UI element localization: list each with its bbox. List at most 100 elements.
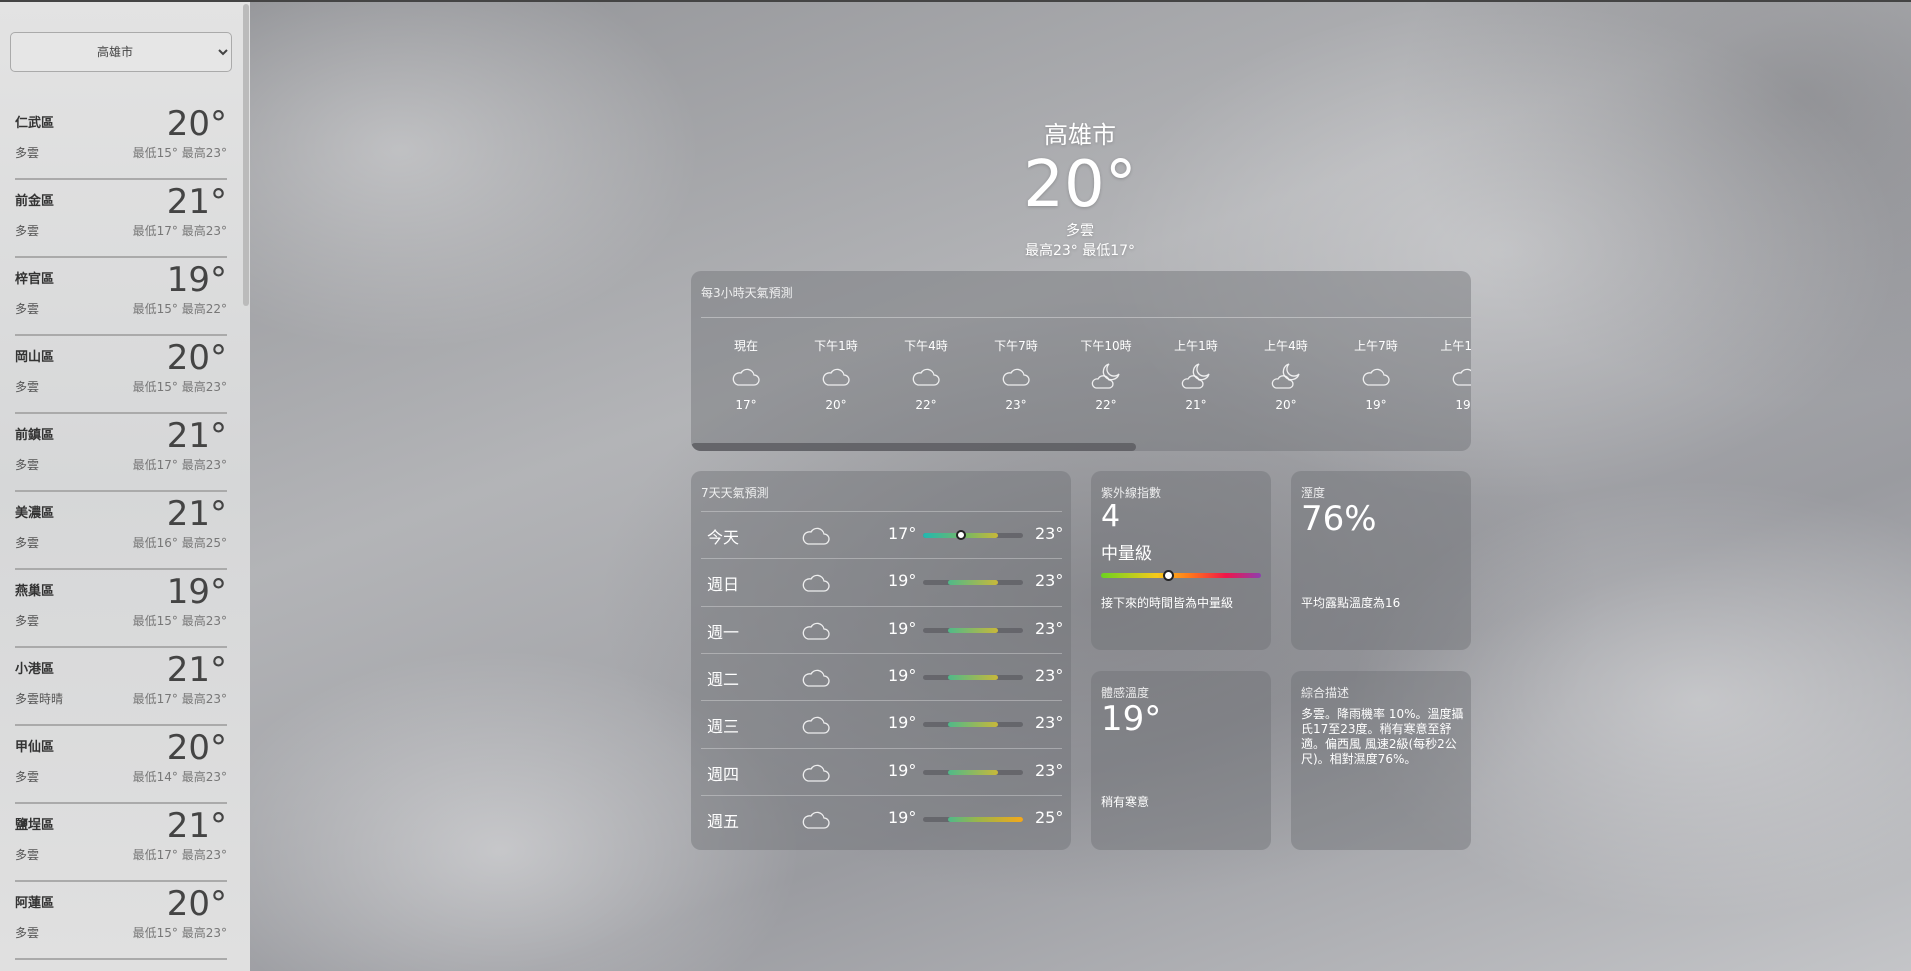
hour-time: 現在 (733, 339, 758, 353)
hour-temp: 19° (1365, 398, 1387, 412)
current-hilo: 最高23° 最低17° (1024, 243, 1136, 259)
current-temp-marker (955, 530, 966, 540)
day-low: 17° (888, 524, 917, 543)
district-temp: 21° (166, 494, 227, 534)
day-low: 19° (888, 571, 917, 591)
temp-range-fill (948, 769, 998, 775)
daily-row: 週三 19° 23° (701, 700, 1063, 747)
hour-temp: 17° (735, 398, 757, 412)
hour-time: 下午4時 (904, 339, 948, 353)
feels-like-card: 體感溫度 19° 稍有寒意 (1091, 671, 1271, 850)
district-name: 鹽埕區 (15, 818, 55, 833)
district-name: 仁武區 (15, 116, 55, 131)
district-item[interactable]: 前金區 21° 多雲 最低17° 最高23° (15, 180, 227, 258)
district-range: 最低15° 最高23° (132, 926, 227, 940)
district-desc: 多雲 (15, 614, 40, 628)
hourly-item: 下午1時 20° (791, 337, 881, 412)
day-low: 19° (888, 807, 917, 827)
district-range: 最低17° 最高23° (132, 458, 227, 472)
weekly-forecast-card: 7天天氣預測 今天 17° 23° 週日 19° 23° 週一 19° 23° … (691, 471, 1071, 850)
district-item[interactable]: 甲仙區 20° 多雲 最低14° 最高23° (15, 726, 227, 804)
sidebar: 高雄市 仁武區 20° 多雲 最低15° 最高23° 前金區 21° 多雲 最低… (0, 2, 250, 971)
district-item[interactable]: 美濃區 21° 多雲 最低16° 最高25° (15, 492, 227, 570)
district-temp: 21° (166, 650, 227, 690)
district-item[interactable]: 梓官區 19° 多雲 最低15° 最高22° (15, 258, 227, 336)
temp-range-bar (923, 722, 1023, 728)
temp-range-bar (923, 530, 1023, 540)
temp-range-bar (923, 580, 1023, 586)
cloud-icon (1331, 354, 1421, 398)
district-temp: 20° (166, 338, 227, 378)
district-range: 最低15° 最高23° (132, 614, 227, 628)
temp-range-bar (923, 627, 1023, 633)
district-range: 最低15° 最高23° (132, 146, 227, 160)
district-item[interactable]: 鹽埕區 21° 多雲 最低17° 最高23° (15, 804, 227, 882)
district-item[interactable]: 仁武區 20° 多雲 最低15° 最高23° (15, 102, 227, 180)
uv-value: 4 (1101, 499, 1121, 534)
district-item[interactable]: 岡山區 20° 多雲 最低15° 最高23° (15, 336, 227, 414)
hourly-item: 下午10時 22° (1061, 337, 1151, 412)
top-border (0, 0, 1911, 2)
hourly-scrollbar[interactable] (691, 443, 1136, 451)
day-high: 23° (1035, 665, 1064, 685)
cloud-icon (801, 571, 831, 597)
temp-range-bar (923, 769, 1023, 775)
district-range: 最低16° 最高25° (132, 536, 227, 550)
city-name: 高雄市 (1044, 121, 1116, 149)
hourly-title: 每3小時天氣預測 (701, 286, 793, 300)
hour-time: 上午10時 (1440, 339, 1471, 353)
temp-range-bar (923, 816, 1023, 822)
hourly-item: 現在 17° (701, 337, 791, 412)
district-item[interactable]: 燕巢區 19° 多雲 最低15° 最高23° (15, 570, 227, 648)
district-name: 梓官區 (15, 272, 55, 287)
hour-time: 下午7時 (994, 339, 1038, 353)
district-temp: 21° (166, 182, 227, 222)
district-item[interactable]: 阿蓮區 20° 多雲 最低15° 最高23° (15, 882, 227, 960)
current-weather: 高雄市 20° 多雲 最高23° 最低17° (930, 115, 1230, 260)
uv-marker (1163, 570, 1175, 581)
sidebar-scrollbar[interactable] (243, 4, 249, 306)
district-desc: 多雲 (15, 770, 40, 784)
district-item[interactable]: 前鎮區 21° 多雲 最低17° 最高23° (15, 414, 227, 492)
district-desc: 多雲 (15, 224, 40, 238)
hour-time: 下午1時 (814, 339, 858, 353)
district-temp: 20° (166, 884, 227, 924)
cloud-icon (801, 619, 831, 645)
city-select[interactable]: 高雄市 (10, 32, 232, 72)
day-high: 23° (1035, 571, 1064, 591)
district-range: 最低15° 最高23° (132, 380, 227, 394)
temp-range-fill (948, 627, 998, 633)
summary-title: 綜合描述 (1301, 686, 1350, 700)
uv-scale (1101, 570, 1261, 581)
district-name: 阿蓮區 (15, 896, 55, 911)
temp-range-fill (948, 722, 998, 728)
district-temp: 21° (166, 806, 227, 846)
cloud-icon (971, 354, 1061, 398)
district-range: 最低17° 最高23° (132, 848, 227, 862)
day-high: 23° (1035, 524, 1064, 543)
district-temp: 20° (166, 104, 227, 144)
hourly-item: 下午7時 23° (971, 337, 1061, 412)
feels-note: 稍有寒意 (1101, 795, 1150, 809)
district-range: 最低17° 最高23° (132, 224, 227, 238)
feels-value: 19° (1101, 699, 1162, 739)
district-desc: 多雲 (15, 536, 40, 550)
hour-temp: 22° (1095, 398, 1117, 412)
hour-temp: 23° (1005, 398, 1027, 412)
day-label: 週五 (707, 811, 740, 831)
temp-range-fill (948, 674, 998, 680)
district-name: 岡山區 (15, 350, 55, 365)
hour-temp: 20° (825, 398, 847, 412)
district-desc: 多雲 (15, 302, 40, 316)
current-desc: 多雲 (1066, 223, 1094, 239)
district-item[interactable]: 小港區 21° 多雲時晴 最低17° 最高23° (15, 648, 227, 726)
day-label: 今天 (707, 528, 740, 547)
day-label: 週二 (707, 669, 740, 689)
district-temp: 21° (166, 416, 227, 456)
hour-time: 上午1時 (1174, 339, 1218, 353)
cloud-icon (801, 713, 831, 739)
hourly-list: 現在 17° 下午1時 20° 下午4時 22° 下午7時 23° 下午10時 … (701, 337, 1471, 412)
district-name: 前金區 (15, 194, 55, 209)
cloud-icon (701, 354, 791, 398)
district-list: 仁武區 20° 多雲 最低15° 最高23° 前金區 21° 多雲 最低17° … (15, 102, 227, 960)
